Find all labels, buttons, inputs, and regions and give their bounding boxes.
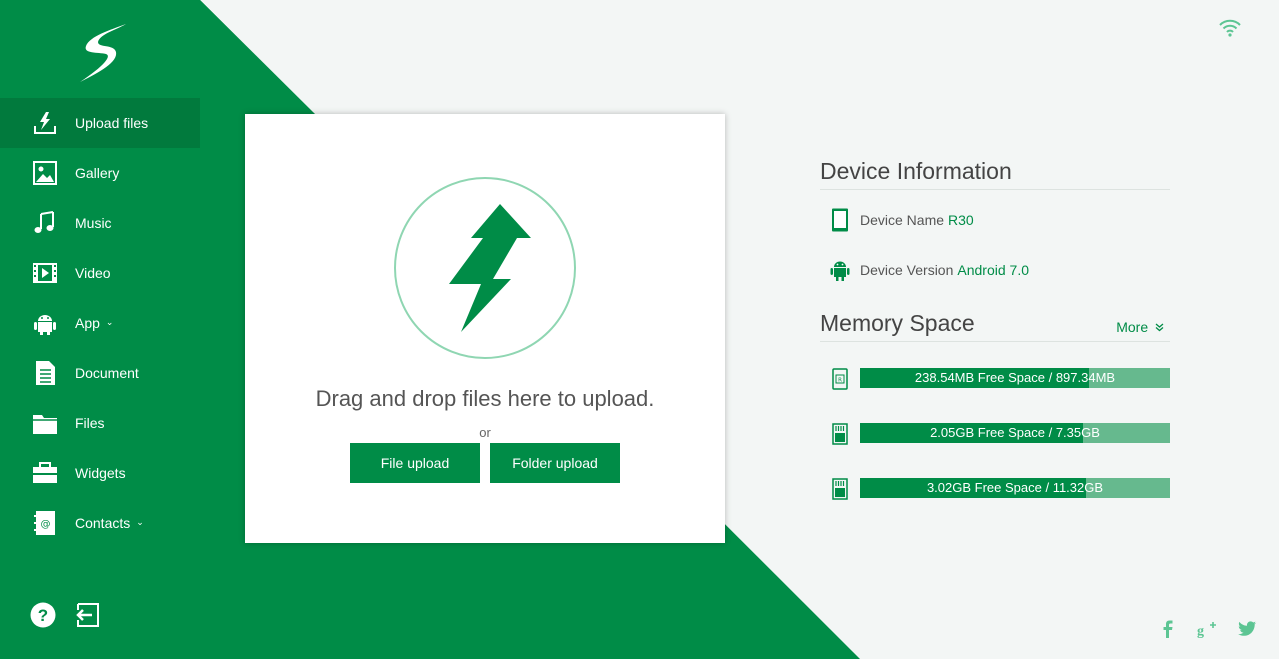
memory-bar-text: 2.05GB Free Space / 7.35GB: [930, 425, 1100, 440]
svg-text:@: @: [41, 519, 51, 530]
sidebar-item-label: Widgets: [75, 465, 126, 481]
svg-text:g: g: [1197, 624, 1204, 639]
memory-row-sd-card: 2.05GB Free Space / 7.35GB: [820, 421, 1170, 447]
memory-bar: 2.05GB Free Space / 7.35GB: [860, 423, 1170, 443]
chevron-down-icon: ⌄: [105, 316, 114, 327]
sidebar-item-files[interactable]: Files: [0, 398, 200, 448]
device-information-title: Device Information: [820, 158, 1170, 190]
more-link[interactable]: More: [1116, 319, 1164, 335]
memory-bar: 3.02GB Free Space / 11.32GB: [860, 478, 1170, 498]
phone-icon: [832, 208, 848, 232]
sidebar-item-label: Video: [75, 265, 111, 281]
sidebar-item-app[interactable]: App ⌄: [0, 298, 200, 348]
sd-card-icon: [832, 423, 848, 445]
sidebar-item-document[interactable]: Document: [0, 348, 200, 398]
memory-bar-text: 238.54MB Free Space / 897.34MB: [914, 370, 1116, 385]
memory-space-title: Memory Space: [820, 310, 975, 336]
gallery-icon: [32, 160, 58, 186]
drop-instructions: Drag and drop files here to upload.: [315, 386, 655, 411]
android-icon: [830, 261, 850, 281]
upload-drop-zone[interactable]: Drag and drop files here to upload. or F…: [245, 114, 725, 543]
sidebar-item-upload-files[interactable]: Upload files: [0, 98, 200, 148]
upload-bolt-icon: [394, 177, 576, 359]
memory-row-sd-card-2: 3.02GB Free Space / 11.32GB: [820, 476, 1170, 502]
toolbox-icon: [32, 460, 58, 486]
file-upload-button[interactable]: File upload: [350, 443, 480, 483]
memory-bar-text: 3.02GB Free Space / 11.32GB: [926, 480, 1104, 495]
device-name-row: Device Name R30: [820, 207, 974, 233]
memory-space-header: Memory Space More: [820, 310, 1170, 342]
app-logo: [80, 24, 126, 82]
sidebar-item-label: Upload files: [75, 115, 149, 131]
google-plus-icon[interactable]: g: [1196, 619, 1216, 639]
sidebar-item-label: Files: [75, 415, 105, 431]
memory-bar: 238.54MB Free Space / 897.34MB: [860, 368, 1170, 388]
sd-card-icon: [832, 478, 848, 500]
android-icon: [32, 310, 58, 336]
folder-upload-button[interactable]: Folder upload: [490, 443, 620, 483]
sidebar-item-contacts[interactable]: @ Contacts ⌄: [0, 498, 200, 548]
svg-text:R: R: [838, 378, 842, 384]
music-icon: [32, 210, 58, 236]
contacts-icon: @: [32, 510, 58, 536]
sidebar-item-music[interactable]: Music: [0, 198, 200, 248]
sidebar-item-gallery[interactable]: Gallery: [0, 148, 200, 198]
sidebar-item-video[interactable]: Video: [0, 248, 200, 298]
double-chevron-down-icon: [1155, 323, 1164, 332]
device-version-row: Device Version Android 7.0: [820, 257, 1029, 283]
sidebar-item-widgets[interactable]: Widgets: [0, 448, 200, 498]
facebook-icon[interactable]: [1158, 619, 1178, 639]
device-version-label: Device Version: [860, 262, 954, 278]
folder-icon: [32, 410, 58, 436]
sidebar-item-label: Music: [75, 215, 112, 231]
sidebar-item-label: Gallery: [75, 165, 120, 181]
device-name-label: Device Name: [860, 212, 945, 228]
upload-icon: [32, 110, 58, 136]
more-label: More: [1116, 319, 1149, 335]
logout-icon[interactable]: [74, 602, 100, 628]
sidebar: Upload files Gallery Music Video App ⌄ D…: [0, 0, 200, 659]
video-icon: [32, 260, 58, 286]
wifi-icon: [1219, 19, 1241, 37]
memory-row-internal: R 238.54MB Free Space / 897.34MB: [820, 366, 1170, 392]
device-version-value: Android 7.0: [957, 262, 1029, 278]
chevron-down-icon: ⌄: [136, 516, 144, 527]
phone-storage-icon: R: [832, 368, 848, 390]
help-icon[interactable]: ?: [30, 602, 56, 628]
sidebar-item-label: Document: [75, 365, 139, 381]
svg-text:?: ?: [38, 606, 48, 625]
sidebar-item-label: App: [75, 315, 100, 331]
document-icon: [32, 360, 58, 386]
twitter-icon[interactable]: [1237, 619, 1257, 639]
or-separator: or: [479, 425, 491, 440]
sidebar-item-label: Contacts: [75, 515, 131, 531]
device-name-value: R30: [948, 212, 974, 228]
